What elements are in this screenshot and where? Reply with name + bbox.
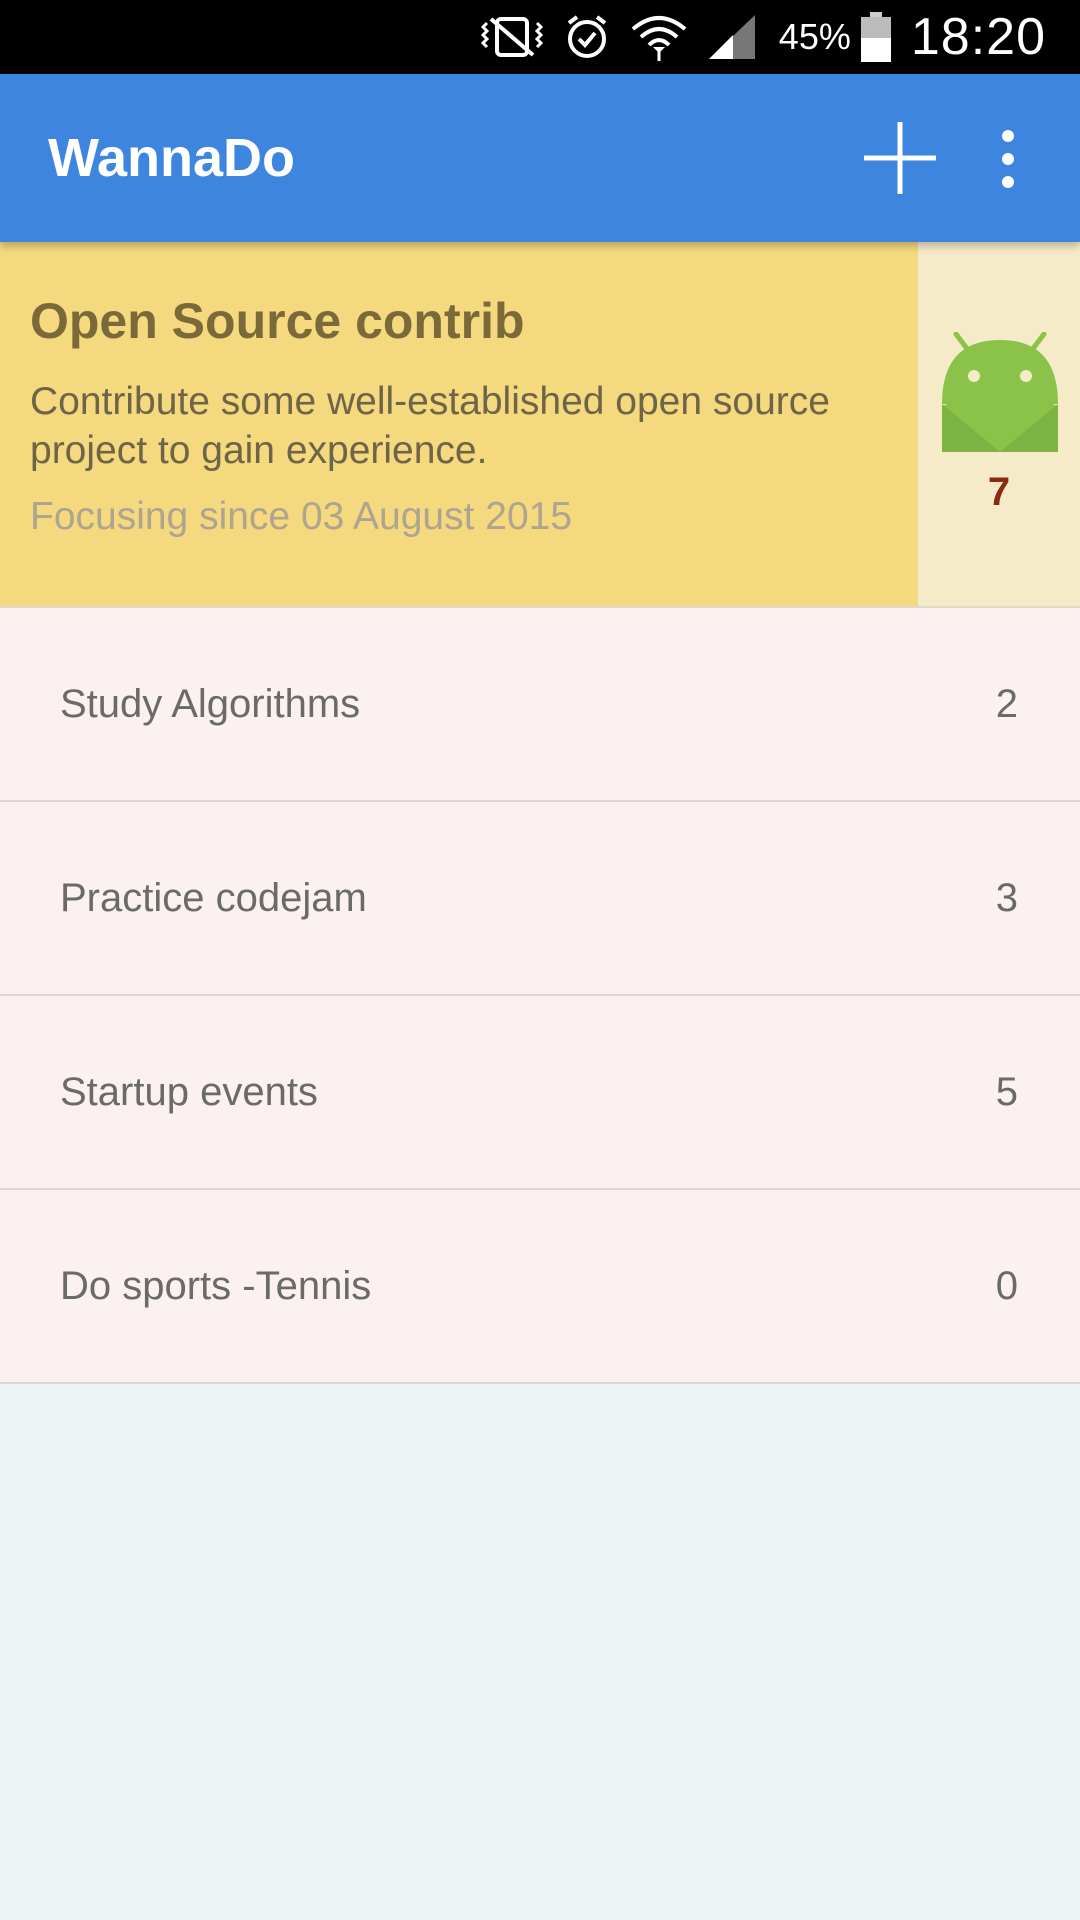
goal-count: 5 bbox=[995, 1069, 1018, 1114]
goal-count: 2 bbox=[995, 681, 1018, 726]
alarm-icon bbox=[563, 13, 611, 61]
battery-icon bbox=[860, 12, 891, 62]
android-icon bbox=[942, 332, 1058, 452]
app-bar: WannaDo bbox=[0, 74, 1080, 242]
vibrate-muted-icon bbox=[480, 15, 543, 59]
clock: 18:20 bbox=[910, 8, 1046, 66]
list-item[interactable]: Study Algorithms 2 bbox=[0, 608, 1080, 802]
goal-name: Practice codejam bbox=[60, 875, 367, 920]
goal-count: 0 bbox=[995, 1263, 1018, 1308]
focus-count: 7 bbox=[987, 470, 1011, 514]
add-button[interactable] bbox=[858, 116, 942, 200]
focus-title: Open Source contrib bbox=[30, 293, 525, 349]
list-item[interactable]: Practice codejam 3 bbox=[0, 802, 1080, 996]
focus-side-panel bbox=[918, 242, 1080, 606]
app-title: WannaDo bbox=[48, 128, 295, 188]
more-options-button[interactable] bbox=[980, 124, 1036, 194]
goal-name: Do sports -Tennis bbox=[60, 1263, 372, 1308]
list-item[interactable]: Startup events 5 bbox=[0, 996, 1080, 1190]
wifi-icon bbox=[631, 13, 687, 61]
focus-card-content: Open Source contrib Contribute some well… bbox=[0, 242, 918, 606]
signal-icon bbox=[707, 13, 757, 61]
focus-since: Focusing since 03 August 2015 bbox=[30, 495, 573, 539]
focus-description: Contribute some well-established open so… bbox=[30, 380, 830, 473]
goal-count: 3 bbox=[995, 875, 1018, 920]
status-bar: 45% 18:20 bbox=[0, 0, 1080, 74]
goal-list: Study Algorithms 2 Practice codejam 3 St… bbox=[0, 608, 1080, 1384]
battery-percent: 45% bbox=[778, 16, 851, 57]
goal-name: Startup events bbox=[60, 1069, 318, 1114]
list-item[interactable]: Do sports -Tennis 0 bbox=[0, 1190, 1080, 1384]
more-vert-icon bbox=[1002, 130, 1014, 188]
add-icon bbox=[864, 122, 936, 194]
goal-name: Study Algorithms bbox=[60, 681, 361, 726]
focus-card[interactable]: Open Source contrib Contribute some well… bbox=[0, 242, 1080, 608]
